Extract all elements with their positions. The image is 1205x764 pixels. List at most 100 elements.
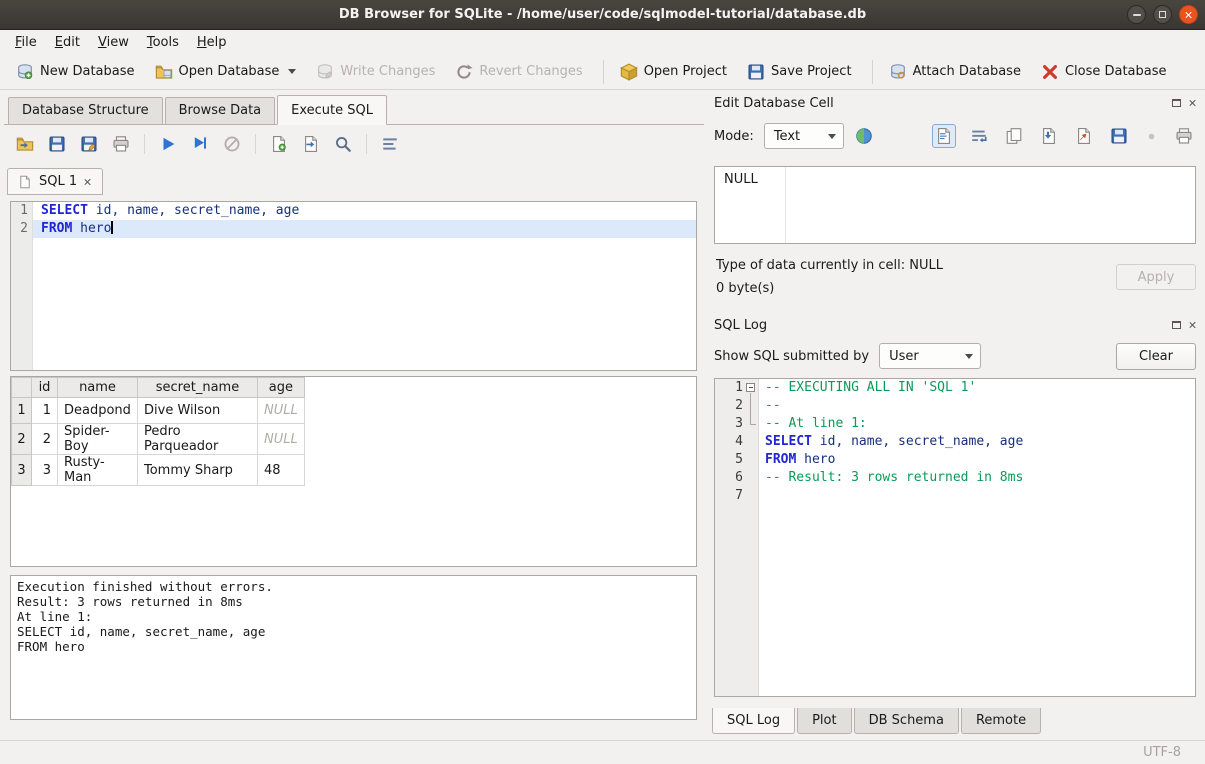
menu-view[interactable]: View [89,32,138,53]
cell-secret-name[interactable]: Pedro Parqueador [138,424,258,455]
cell-print-button[interactable] [1172,124,1196,148]
combo-caret-icon [965,354,973,359]
log-filter-combobox[interactable]: User [879,343,981,369]
corner-header[interactable] [12,378,32,398]
cell-set-null-icon [1145,130,1158,143]
execute-all-icon[interactable] [159,135,177,153]
cell-secret-name[interactable]: Tommy Sharp [138,455,258,486]
float-dock-icon[interactable] [1172,99,1181,107]
mode-combobox[interactable]: Text [764,123,844,149]
log-line: 3 -- At line 1: [715,415,1195,433]
execute-line-icon[interactable] [191,135,209,153]
menu-file[interactable]: File [6,32,46,53]
stop-execution-icon[interactable] [223,135,241,153]
close-sql-tab-icon[interactable] [84,178,92,186]
fold-collapse-icon[interactable] [746,383,755,392]
cell-age[interactable]: NULL [258,424,305,455]
text-cursor [111,221,113,234]
cell-save-button[interactable] [1107,124,1131,148]
save-sql-file-icon[interactable] [48,135,66,153]
new-database-button[interactable]: New Database [8,58,143,86]
cell-age[interactable]: NULL [258,398,305,424]
write-changes-button[interactable]: Write Changes [308,58,443,86]
column-header-secret-name[interactable]: secret_name [138,378,258,398]
maximize-button[interactable] [1153,5,1172,24]
bottom-dock-tabbar: SQL Log Plot DB Schema Remote [712,708,1043,734]
execution-message-box: Execution finished without errors. Resul… [10,575,697,720]
open-database-button[interactable]: Open Database [147,58,305,86]
cell-content-editor[interactable]: NULL [714,166,1196,244]
cell-id[interactable]: 1 [32,398,58,424]
column-header-age[interactable]: age [258,378,305,398]
cell-secret-name[interactable]: Dive Wilson [138,398,258,424]
revert-changes-button[interactable]: Revert Changes [447,58,590,86]
close-dock-icon[interactable] [1189,99,1197,107]
sql-tab-label: SQL 1 [39,174,77,189]
menu-help[interactable]: Help [188,32,236,53]
apply-button[interactable]: Apply [1116,264,1196,290]
open-database-dropdown-icon[interactable] [288,69,296,74]
log-line: 2 -- [715,397,1195,415]
tab-execute-sql[interactable]: Execute SQL [277,95,387,125]
new-sql-tab-icon[interactable] [270,135,288,153]
cell-name[interactable]: Spider-Boy [58,424,138,455]
find-replace-icon[interactable] [334,135,352,153]
format-sql-icon[interactable] [381,135,399,153]
sql-editor[interactable]: 1 SELECT id, name, secret_name, age 2 FR… [10,201,697,371]
cell-id[interactable]: 3 [32,455,58,486]
combo-caret-icon [828,134,836,139]
row-header[interactable]: 2 [12,424,32,455]
cell-content: NULL [724,172,758,187]
cell-text-mode-button[interactable] [932,124,956,148]
dock-tab-db-schema[interactable]: DB Schema [854,708,959,734]
close-database-icon [1041,63,1059,81]
save-project-button[interactable]: Save Project [739,58,860,86]
cell-copy-button[interactable] [1002,124,1026,148]
row-header[interactable]: 1 [12,398,32,424]
titlebar: DB Browser for SQLite - /home/user/code/… [0,0,1205,30]
sql-editor-tab[interactable]: SQL 1 [7,168,103,195]
close-database-button[interactable]: Close Database [1033,58,1175,86]
attach-database-button[interactable]: Attach Database [881,58,1029,86]
cell-wordwrap-button[interactable] [967,124,991,148]
clear-log-button[interactable]: Clear [1116,343,1196,370]
tab-browse-data[interactable]: Browse Data [165,97,276,124]
open-sql-tab-icon[interactable] [302,135,320,153]
encoding-indicator[interactable]: UTF-8 [1143,745,1181,760]
print-sql-icon[interactable] [112,135,130,153]
cell-set-null-button[interactable] [1142,127,1161,146]
minimize-button[interactable] [1127,5,1146,24]
cell-import-button[interactable] [1037,124,1061,148]
write-changes-icon [316,63,334,81]
dock-tab-plot[interactable]: Plot [797,708,852,734]
results-grid: id name secret_name age 1 1 Deadpond Div… [10,376,697,567]
cell-import-icon [1040,127,1058,145]
message-line: FROM hero [17,639,690,654]
close-dock-icon[interactable] [1189,321,1197,329]
sql-editor-tabbar: SQL 1 [4,163,704,195]
window-title: DB Browser for SQLite - /home/user/code/… [339,7,866,22]
save-sql-as-icon[interactable] [80,135,98,153]
mode-auto-button[interactable] [851,123,877,149]
cell-export-button[interactable] [1072,124,1096,148]
sql-identifiers: id, name, secret_name, age [88,203,299,218]
sql-identifiers: hero [72,221,111,236]
dock-tab-sql-log[interactable]: SQL Log [712,708,795,734]
row-header[interactable]: 3 [12,455,32,486]
column-header-id[interactable]: id [32,378,58,398]
sql-log-view[interactable]: 1 -- EXECUTING ALL IN 'SQL 1' 2 -- 3 -- … [714,378,1196,697]
open-project-button[interactable]: Open Project [612,58,735,86]
dock-tab-remote[interactable]: Remote [961,708,1041,734]
column-header-name[interactable]: name [58,378,138,398]
cell-name[interactable]: Rusty-Man [58,455,138,486]
tab-database-structure[interactable]: Database Structure [8,97,163,124]
close-window-button[interactable] [1179,5,1198,24]
cell-name[interactable]: Deadpond [58,398,138,424]
cell-id[interactable]: 2 [32,424,58,455]
menu-edit[interactable]: Edit [46,32,89,53]
menu-tools[interactable]: Tools [138,32,188,53]
open-sql-file-icon[interactable] [16,135,34,153]
cell-age[interactable]: 48 [258,455,305,486]
float-dock-icon[interactable] [1172,321,1181,329]
message-line: At line 1: [17,609,690,624]
